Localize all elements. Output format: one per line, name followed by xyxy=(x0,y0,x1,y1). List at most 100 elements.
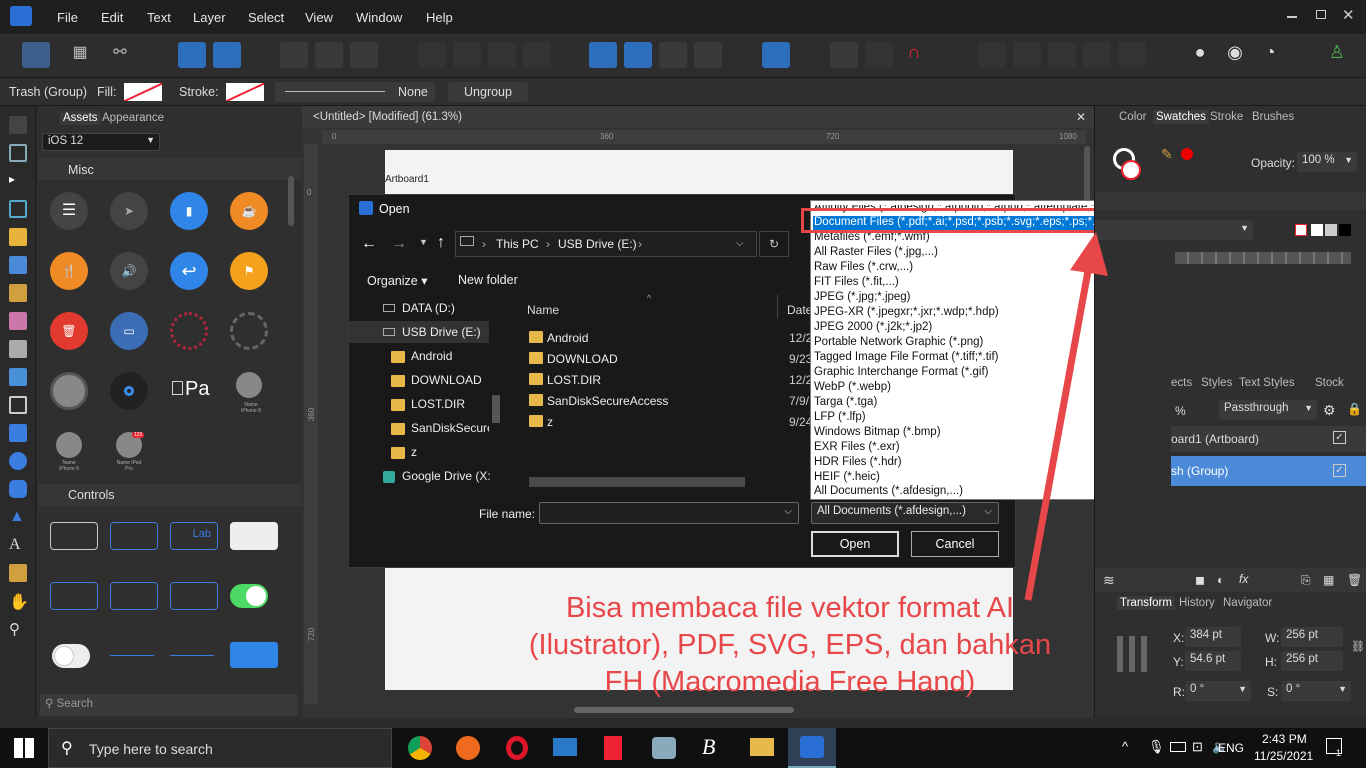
boolean-div-icon[interactable] xyxy=(1083,42,1111,68)
lock-icon[interactable]: 🔒 xyxy=(1347,402,1362,416)
text-tool-icon[interactable]: A xyxy=(9,536,27,554)
swatch-white[interactable] xyxy=(1311,224,1323,236)
swatch-grey[interactable] xyxy=(1325,224,1337,236)
pixel-persona-icon[interactable]: ▦ xyxy=(66,42,94,68)
layer-row-group[interactable]: sh (Group) ✓ xyxy=(1171,456,1366,486)
path-usb[interactable]: USB Drive (E:) xyxy=(558,237,637,251)
crop-tool-icon[interactable] xyxy=(9,396,27,414)
radio-dot-icon[interactable] xyxy=(110,372,148,410)
col-date-header[interactable]: Date xyxy=(787,303,812,317)
control-button-7[interactable] xyxy=(170,582,218,610)
dropdown-item[interactable]: All Documents (*.afdesign,...) xyxy=(814,485,963,500)
file-name[interactable]: z xyxy=(547,415,553,429)
canvas-scrollbar-h[interactable] xyxy=(574,707,794,713)
tab-color[interactable]: Color xyxy=(1119,111,1146,123)
control-button-6[interactable] xyxy=(110,582,158,610)
designer-persona-icon[interactable] xyxy=(22,42,50,68)
dropdown-item[interactable]: EXR Files (*.exr) xyxy=(814,441,900,456)
col-name-header[interactable]: Name xyxy=(527,303,559,317)
arrange3-icon[interactable] xyxy=(488,42,516,68)
minimize-icon[interactable] xyxy=(1287,16,1297,18)
dropdown-item[interactable]: Portable Network Graphic (*.png) xyxy=(814,336,983,351)
battery-icon[interactable] xyxy=(1170,742,1186,752)
app-logo-icon[interactable] xyxy=(10,6,32,26)
mask-layer-icon[interactable]: ◼ xyxy=(1195,573,1205,587)
current-color-dot[interactable] xyxy=(1181,148,1193,160)
address-dropdown-icon[interactable]: ⌵ xyxy=(736,238,744,249)
anchor-point-icon[interactable] xyxy=(1117,636,1153,672)
network-icon[interactable]: ⊡ xyxy=(1192,739,1203,755)
file-name[interactable]: Android xyxy=(547,331,588,345)
menu-text[interactable]: Text xyxy=(147,10,171,25)
close-icon[interactable]: ✕ xyxy=(1342,6,1355,24)
coffee-icon[interactable]: ☕ xyxy=(230,192,268,230)
back-icon[interactable]: ← xyxy=(361,235,377,253)
swatch-grid[interactable] xyxy=(1175,252,1351,264)
boolean-add-icon[interactable] xyxy=(978,42,1006,68)
dropdown-item[interactable]: Targa (*.tga) xyxy=(814,396,877,411)
align-icon[interactable] xyxy=(762,42,790,68)
control-button-3[interactable]: Lab xyxy=(170,522,218,550)
pin-icon[interactable] xyxy=(865,42,893,68)
boolean-sub-icon[interactable] xyxy=(1013,42,1041,68)
place-icon[interactable] xyxy=(178,42,206,68)
rotate-right-icon[interactable] xyxy=(694,42,722,68)
rotation-field[interactable]: 0 ° ▼ xyxy=(1185,681,1251,701)
dropdown-item[interactable]: HDR Files (*.hdr) xyxy=(814,456,902,471)
export-persona-icon[interactable]: ⚯ xyxy=(106,42,134,68)
archive-icon[interactable]: ▭ xyxy=(110,312,148,350)
nav-item-android[interactable]: Android xyxy=(411,349,452,363)
address-bar[interactable]: › This PC › USB Drive (E:) › ⌵ xyxy=(455,231,757,257)
nav-scrollbar[interactable] xyxy=(492,395,500,423)
ungroup-button[interactable]: Ungroup xyxy=(448,82,528,102)
w-field[interactable]: 256 pt xyxy=(1281,627,1343,647)
eyedropper-tool-icon[interactable] xyxy=(9,564,27,582)
assets-icon[interactable] xyxy=(213,42,241,68)
fill-swatch[interactable] xyxy=(124,83,162,101)
arrange-icon[interactable] xyxy=(418,42,446,68)
nav-item-lostdir[interactable]: LOST.DIR xyxy=(411,397,465,411)
iphone-avatar-icon[interactable] xyxy=(236,372,262,398)
layer-row-artboard[interactable]: oard1 (Artboard) ✓ xyxy=(1171,426,1366,452)
file-explorer-icon[interactable] xyxy=(750,738,774,756)
clock-date[interactable]: 11/25/2021 xyxy=(1254,749,1313,763)
control-button-2[interactable] xyxy=(110,522,158,550)
stroke-swatch[interactable] xyxy=(226,83,264,101)
cancel-button[interactable]: Cancel xyxy=(911,531,999,557)
magnet-icon[interactable]: ∩ xyxy=(900,42,928,68)
nav-item-sandisk[interactable]: SanDiskSecure/ xyxy=(411,421,489,435)
menu-layer[interactable]: Layer xyxy=(193,10,226,25)
b-app-icon[interactable]: B xyxy=(702,734,715,760)
add-layer-icon[interactable]: ⎘ xyxy=(1301,573,1311,588)
adjust-icon[interactable]: ◐ xyxy=(1217,573,1224,587)
blend-mode-select[interactable]: Passthrough ▼ xyxy=(1219,400,1317,420)
snap2-icon[interactable] xyxy=(315,42,343,68)
fingerprint-icon[interactable] xyxy=(170,312,208,350)
visibility-checkbox[interactable]: ✓ xyxy=(1333,431,1346,444)
rectangle-tool-icon[interactable] xyxy=(9,424,27,442)
menu-window[interactable]: Window xyxy=(356,10,402,25)
nav-item-usb[interactable]: USB Drive (E:) xyxy=(402,325,481,339)
tab-stock[interactable]: Stock xyxy=(1315,377,1344,389)
flip-v-icon[interactable] xyxy=(624,42,652,68)
windows-start-icon[interactable] xyxy=(14,738,34,758)
reply-icon[interactable]: ↩ xyxy=(170,252,208,290)
move-tool-icon[interactable] xyxy=(9,116,27,134)
taskbar-search[interactable]: ⚲ Type here to search xyxy=(48,728,392,768)
assets-scrollbar[interactable] xyxy=(288,176,294,226)
fuel-icon[interactable]: ▮ xyxy=(170,192,208,230)
language-indicator[interactable]: ENG xyxy=(1218,741,1244,755)
menu-view[interactable]: View xyxy=(305,10,333,25)
visibility-checkbox[interactable]: ✓ xyxy=(1333,464,1346,477)
chrome-icon[interactable] xyxy=(408,736,432,760)
dropdown-item[interactable]: JPEG 2000 (*.j2k;*.jp2) xyxy=(814,321,932,336)
acrobat-icon[interactable] xyxy=(604,736,622,760)
tab-assets[interactable]: Assets xyxy=(60,111,101,125)
mask-icon[interactable]: ● xyxy=(1186,42,1214,68)
control-button-1[interactable] xyxy=(50,522,98,550)
arrange2-icon[interactable] xyxy=(453,42,481,68)
brush-tool-icon[interactable] xyxy=(9,284,27,302)
section-controls[interactable]: Controls xyxy=(68,488,115,502)
forward-icon[interactable]: → xyxy=(391,235,407,253)
tab-styles[interactable]: Styles xyxy=(1201,377,1232,389)
